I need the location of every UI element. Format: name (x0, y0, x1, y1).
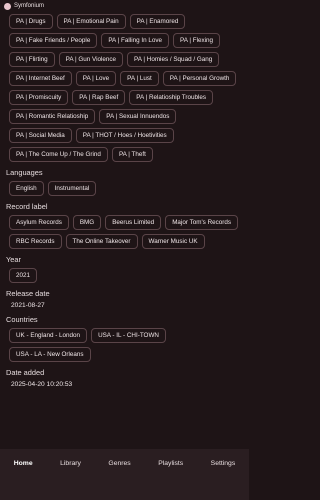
record-label-chip[interactable]: Major Tom's Records (165, 215, 239, 230)
window-title: Symfonium (14, 3, 45, 9)
tag-chip[interactable]: PA | Homies / Squad / Gang (127, 52, 220, 67)
record-label-label: Record label (6, 202, 48, 211)
record-label-list: Asylum Records BMG Beerus Limited Major … (6, 215, 243, 249)
record-label-chip[interactable]: Asylum Records (9, 215, 69, 230)
release-date-label: Release date (6, 289, 50, 298)
tag-chip[interactable]: PA | Lust (120, 71, 159, 86)
nav-playlists[interactable]: Playlists (152, 457, 189, 470)
date-added-label: Date added (6, 368, 45, 377)
tag-chip[interactable]: PA | Emotional Pain (56, 14, 126, 29)
tag-chip[interactable]: PA | Flexing (173, 33, 221, 48)
tag-chip[interactable]: PA | THOT / Hoes / Hoetivities (75, 128, 174, 143)
nav-settings[interactable]: Settings (205, 457, 242, 470)
record-label-chip[interactable]: The Online Takeover (65, 234, 138, 249)
record-label-chip[interactable]: Warner Music UK (141, 234, 205, 249)
language-chip[interactable]: Instrumental (47, 181, 97, 196)
tag-chip[interactable]: PA | Relatioship Troubles (129, 90, 214, 105)
language-list: English Instrumental (6, 181, 243, 196)
year-list: 2021 (6, 268, 243, 283)
tag-chip[interactable]: PA | Flirting (9, 52, 55, 67)
tag-chip[interactable]: PA | Romantic Relatioship (9, 109, 96, 124)
tag-chip[interactable]: PA | Theft (111, 147, 153, 162)
tag-chip[interactable]: PA | Sexual Innuendos (99, 109, 177, 124)
tag-chip[interactable]: PA | Fake Friends / People (9, 33, 98, 48)
tag-chip[interactable]: PA | Promiscuity (9, 90, 69, 105)
year-chip[interactable]: 2021 (9, 268, 38, 283)
year-label: Year (6, 255, 21, 264)
nav-home[interactable]: Home (8, 457, 39, 470)
app-logo-icon (4, 2, 11, 10)
tag-chip[interactable]: PA | Internet Beef (9, 71, 72, 86)
nav-genres[interactable]: Genres (102, 457, 136, 470)
countries-label: Countries (6, 315, 38, 324)
date-added-value: 2025-04-20 10:20:53 (11, 381, 73, 388)
tag-chip[interactable]: PA | Falling In Love (101, 33, 170, 48)
tag-chip[interactable]: PA | Enamored (129, 14, 186, 29)
nav-library[interactable]: Library (54, 457, 87, 470)
tag-chip[interactable]: PA | Rap Beef (72, 90, 126, 105)
record-label-chip[interactable]: BMG (72, 215, 102, 230)
country-chip[interactable]: USA - LA - New Orleans (9, 347, 91, 362)
release-date-value: 2021-08-27 (11, 302, 45, 309)
country-chip[interactable]: UK - England - London (9, 328, 88, 343)
record-label-chip[interactable]: RBC Records (9, 234, 62, 249)
title-bar: Symfonium (0, 0, 249, 12)
tag-chip[interactable]: PA | Personal Growth (162, 71, 237, 86)
record-label-chip[interactable]: Beerus Limited (105, 215, 162, 230)
tag-chip[interactable]: PA | Gun Violence (58, 52, 124, 67)
language-chip[interactable]: English (9, 181, 44, 196)
tag-chip[interactable]: PA | Love (75, 71, 117, 86)
bottom-navigation: Home Library Genres Playlists Settings (0, 449, 249, 500)
languages-label: Languages (6, 168, 43, 177)
tag-list: PA | Drugs PA | Emotional Pain PA | Enam… (6, 14, 243, 162)
tag-chip[interactable]: PA | Social Media (9, 128, 72, 143)
country-chip[interactable]: USA - IL - CHI-TOWN (91, 328, 166, 343)
tag-chip[interactable]: PA | Drugs (9, 14, 53, 29)
detail-content[interactable]: PA | Drugs PA | Emotional Pain PA | Enam… (0, 12, 249, 449)
country-list: UK - England - London USA - IL - CHI-TOW… (6, 328, 243, 362)
tag-chip[interactable]: PA | The Come Up / The Grind (9, 147, 108, 162)
